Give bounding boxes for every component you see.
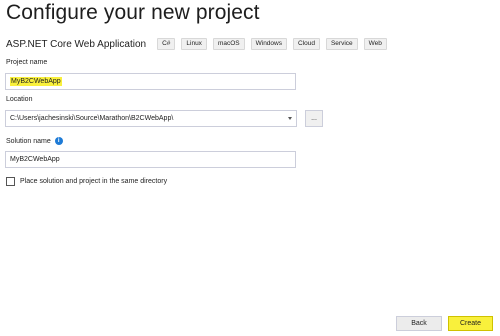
solution-name-label-row: Solution name i (6, 137, 63, 145)
location-value: C:\Users\jachesinski\Source\Marathon\B2C… (10, 115, 174, 122)
tag-windows: Windows (250, 38, 287, 50)
template-row: ASP.NET Core Web Application C# Linux ma… (6, 38, 393, 50)
solution-name-label: Solution name (6, 137, 51, 145)
template-name: ASP.NET Core Web Application (6, 38, 147, 50)
create-button[interactable]: Create (448, 316, 493, 331)
tag-web: Web (363, 38, 387, 50)
chevron-down-icon (288, 117, 292, 120)
location-label: Location (6, 96, 33, 103)
same-directory-option[interactable]: Place solution and project in the same d… (6, 177, 167, 186)
tag-linux: Linux (181, 38, 207, 50)
browse-button[interactable]: ... (305, 110, 323, 127)
tag-csharp: C# (157, 38, 176, 50)
project-name-value: MyB2CWebApp (10, 77, 62, 86)
solution-name-input[interactable]: MyB2CWebApp (5, 151, 296, 168)
tag-service: Service (325, 38, 358, 50)
same-directory-checkbox[interactable] (6, 177, 15, 186)
location-select[interactable]: C:\Users\jachesinski\Source\Marathon\B2C… (5, 110, 297, 127)
solution-name-value: MyB2CWebApp (10, 156, 60, 163)
same-directory-label: Place solution and project in the same d… (20, 178, 168, 185)
back-button[interactable]: Back (396, 316, 442, 331)
project-name-label: Project name (6, 59, 48, 66)
info-icon[interactable]: i (54, 137, 63, 145)
tag-cloud: Cloud (292, 38, 320, 50)
page-title: Configure your new project (6, 1, 260, 24)
tag-macos: macOS (212, 38, 245, 50)
project-name-input[interactable]: MyB2CWebApp (5, 73, 296, 90)
